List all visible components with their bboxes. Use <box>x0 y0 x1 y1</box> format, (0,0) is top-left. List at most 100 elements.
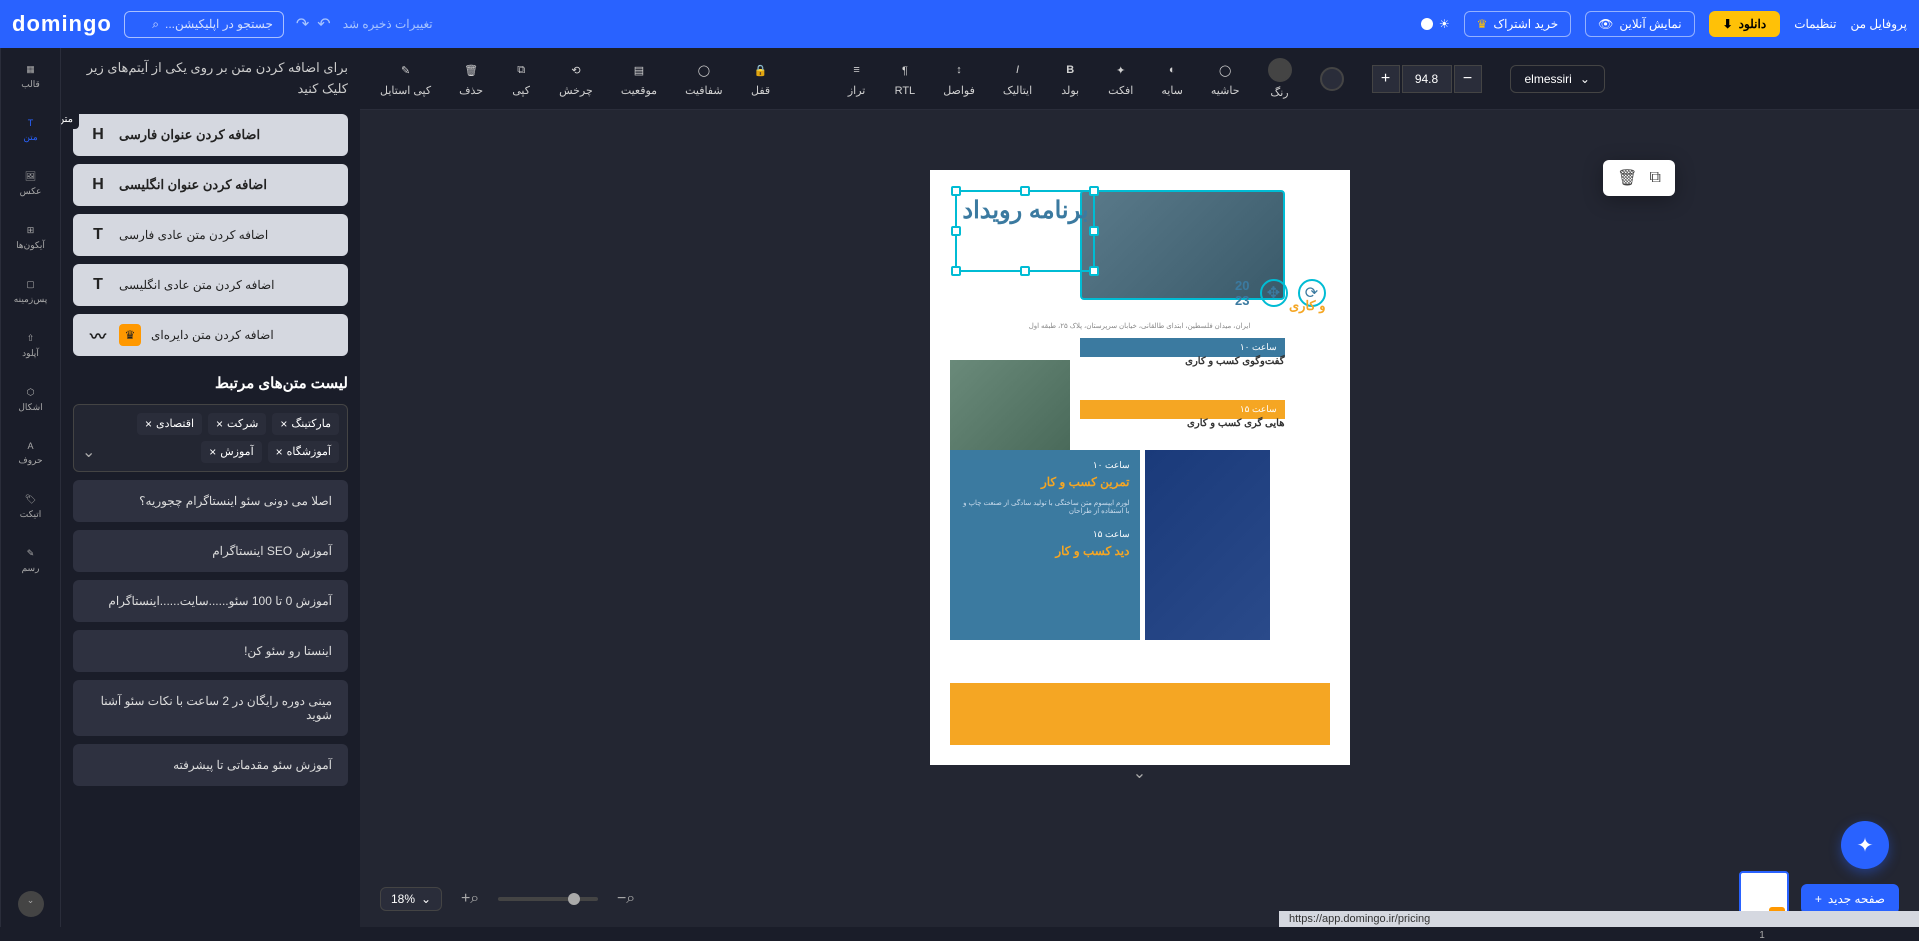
nav-draw[interactable]: ✎رسم <box>18 544 44 578</box>
lock-tool[interactable]: 🔒قفل <box>751 60 771 97</box>
tag-item[interactable]: اقتصادی× <box>137 413 202 435</box>
selection-box[interactable]: برنامه رویداد <box>955 190 1095 272</box>
add-fa-title-button[interactable]: اضافه کردن عنوان فارسیH <box>73 114 348 156</box>
spacing-tool[interactable]: ↕فواصل <box>943 60 975 97</box>
canvas-image-3[interactable] <box>1145 450 1270 640</box>
new-page-button[interactable]: صفحه جدید + <box>1801 884 1899 914</box>
close-icon[interactable]: × <box>216 417 223 431</box>
selected-text[interactable]: برنامه رویداد <box>961 196 1089 266</box>
italic-tool[interactable]: Iایتالیک <box>1003 60 1032 97</box>
tag-item[interactable]: آموزشگاه× <box>268 441 339 463</box>
move-handle-icon[interactable]: ✥ <box>1260 279 1288 307</box>
close-icon[interactable]: × <box>209 445 216 459</box>
copy-style-tool[interactable]: ✎کپی استایل <box>380 60 431 97</box>
nav-shapes[interactable]: ⬡اشکال <box>14 383 46 417</box>
tag-item[interactable]: آموزش× <box>201 441 261 463</box>
resize-handle[interactable] <box>951 186 961 196</box>
align-icon: ≡ <box>847 60 867 80</box>
resize-handle[interactable] <box>1020 186 1030 196</box>
nav-upload[interactable]: ⇧آپلود <box>18 329 43 363</box>
effect-tool[interactable]: ✦افکت <box>1108 60 1133 97</box>
eye-icon: 👁 <box>1598 17 1613 31</box>
resize-handle[interactable] <box>951 226 961 236</box>
nav-fonts[interactable]: Aحروف <box>14 437 46 470</box>
chevron-down-icon[interactable]: ⌄ <box>82 442 95 462</box>
color-swatch-2[interactable] <box>1320 67 1344 91</box>
resize-handle[interactable] <box>1089 266 1099 276</box>
suggestion-item[interactable]: اصلا می دونی سئو اینستاگرام چجوریه؟ <box>73 480 348 522</box>
page-number: 1 <box>1759 930 1765 941</box>
close-icon[interactable]: × <box>276 445 283 459</box>
add-en-text-button[interactable]: اضافه کردن متن عادی انگلیسیT <box>73 264 348 306</box>
nav-image[interactable]: 🖼عکس <box>16 167 46 201</box>
font-size-input[interactable] <box>1402 65 1452 93</box>
tags-input[interactable]: مارکتینگ× شرکت× اقتصادی× آموزشگاه× آموزش… <box>73 404 348 472</box>
bold-icon: B <box>1060 60 1080 80</box>
settings-link[interactable]: تنظیمات <box>1794 17 1836 31</box>
zoom-in-button[interactable]: ⌕+ <box>456 885 484 913</box>
add-en-title-button[interactable]: اضافه کردن عنوان انگلیسیH <box>73 164 348 206</box>
redo-icon[interactable]: ↷ <box>296 14 309 34</box>
close-icon[interactable]: × <box>145 417 152 431</box>
canvas-image-2[interactable] <box>950 360 1070 450</box>
theme-toggle[interactable]: ☀ <box>1421 17 1450 31</box>
resize-handle[interactable] <box>1020 266 1030 276</box>
size-plus-button[interactable]: + <box>1372 65 1400 93</box>
suggestion-item[interactable]: آموزش سئو مقدماتی تا پیشرفته <box>73 744 348 786</box>
resize-handle[interactable] <box>1089 226 1099 236</box>
tag-item[interactable]: شرکت× <box>208 413 266 435</box>
float-copy-icon[interactable]: ⧉ <box>1649 169 1660 187</box>
nav-text[interactable]: Tمتن <box>19 114 41 147</box>
bold-tool[interactable]: Bبولد <box>1060 60 1080 97</box>
preview-button[interactable]: نمایش آنلاین 👁 <box>1585 11 1694 37</box>
zoom-slider[interactable] <box>498 897 598 901</box>
magic-fab[interactable]: ✦ <box>1841 821 1889 869</box>
color-swatch-dark <box>1268 58 1292 82</box>
text-icon: T <box>87 274 109 296</box>
resize-handle[interactable] <box>951 266 961 276</box>
suggestion-item[interactable]: مینی دوره رایگان در 2 ساعت با نکات سئو آ… <box>73 680 348 736</box>
download-button[interactable]: دانلود ⬇ <box>1709 11 1781 37</box>
position-tool[interactable]: ▤موقعیت <box>621 60 657 97</box>
color-tool[interactable]: رنگ <box>1268 58 1292 99</box>
add-circle-text-button[interactable]: اضافه کردن متن دایره‌ای♛〰 <box>73 314 348 356</box>
copy-tool[interactable]: ⧉کپی <box>511 60 531 97</box>
canvas-page[interactable]: برنامه رویداد ⟳ ✥ 20 23 و کاری ایران، می… <box>930 170 1350 765</box>
nav-icons[interactable]: ⊞آیکون‌ها <box>12 221 49 255</box>
zoom-thumb[interactable] <box>568 893 580 905</box>
undo-icon[interactable]: ↶ <box>317 14 330 34</box>
canvas-expand-icon[interactable]: ⌄ <box>1133 763 1146 783</box>
nav-background[interactable]: ▢پس‌زمینه <box>10 275 51 309</box>
suggestion-item[interactable]: آموزش 0 تا 100 سئو......سایت......اینستا… <box>73 580 348 622</box>
image-icon: 🖼 <box>25 171 36 182</box>
rtl-tool[interactable]: ¶RTL <box>895 61 916 97</box>
size-minus-button[interactable]: − <box>1454 65 1482 93</box>
opacity-tool[interactable]: ◯شفافیت <box>685 60 723 97</box>
zoom-out-button[interactable]: ⌕− <box>612 885 640 913</box>
close-icon[interactable]: × <box>280 417 287 431</box>
add-fa-text-button[interactable]: اضافه کردن متن عادی فارسیT <box>73 214 348 256</box>
nav-template[interactable]: ▦قالب <box>17 60 44 94</box>
zoom-percent[interactable]: ⌄ 18% <box>380 887 442 911</box>
suggestion-item[interactable]: اینستا رو سئو کن! <box>73 630 348 672</box>
rotate-tool[interactable]: ⟲چرخش <box>559 60 593 97</box>
float-delete-icon[interactable]: 🗑 <box>1617 168 1637 188</box>
resize-handle[interactable] <box>1089 186 1099 196</box>
nav-scroll-down[interactable]: ⌄ <box>18 891 44 917</box>
nav-ticket[interactable]: 🏷اتیکت <box>16 490 46 524</box>
suggestion-item[interactable]: آموزش SEO اینستاگرام <box>73 530 348 572</box>
status-bar: https://app.domingo.ir/pricing <box>1279 911 1919 927</box>
buy-button[interactable]: خرید اشتراک ♛ <box>1464 11 1571 37</box>
canvas-footer[interactable] <box>950 683 1330 745</box>
font-select[interactable]: ⌄ elmessiri <box>1510 65 1605 93</box>
tag-item[interactable]: مارکتینگ× <box>272 413 339 435</box>
border-tool[interactable]: ◯حاشیه <box>1211 60 1240 97</box>
search-input[interactable]: جستجو در اپلیکیشن... ⌕ <box>124 11 284 38</box>
canvas-blue-block[interactable]: ساعت ۱۰ تمرین کسب و کار لورم ایپسوم متن … <box>950 450 1140 640</box>
shadow-tool[interactable]: ◐سایه <box>1161 60 1183 97</box>
profile-link[interactable]: پروفایل من <box>1851 17 1907 31</box>
delete-tool[interactable]: 🗑حذف <box>459 60 483 97</box>
canvas-bar-1: ساعت ۱۰ <box>1080 338 1285 357</box>
align-tool[interactable]: ≡تراز <box>847 60 867 97</box>
canvas-area[interactable]: ✎کپی استایل 🗑حذف ⧉کپی ⟲چرخش ▤موقعیت ◯شفا… <box>360 48 1919 927</box>
